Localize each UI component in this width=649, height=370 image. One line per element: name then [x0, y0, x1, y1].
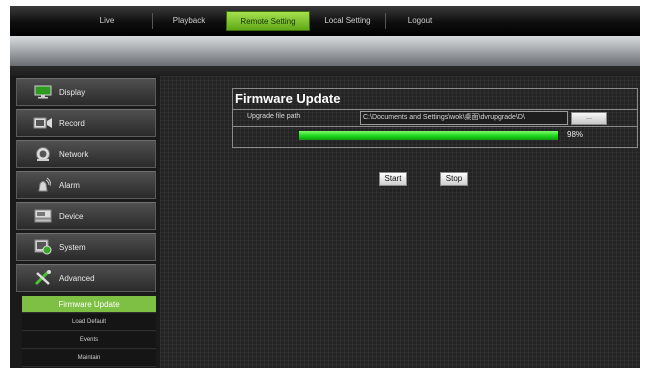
progress-fill — [299, 131, 558, 140]
stop-button[interactable]: Stop — [440, 172, 468, 186]
progress-percent: 98% — [567, 130, 584, 139]
sidebar-item-label: Advanced — [59, 273, 95, 283]
submenu-firmware-update[interactable]: Firmware Update — [22, 296, 156, 313]
tools-icon — [33, 270, 53, 286]
monitor-icon — [33, 84, 53, 100]
path-field[interactable]: C:\Documents and Settings\wok\桌面\dvrupgr… — [360, 111, 568, 125]
sidebar-item-label: Network — [59, 149, 89, 159]
sidebar-item-advanced[interactable]: Advanced — [16, 264, 156, 292]
firmware-update-panel: Firmware Update Upgrade file path C:\Doc… — [232, 88, 638, 148]
sidebar-item-display[interactable]: Display — [16, 78, 156, 106]
tab-live[interactable]: Live — [62, 11, 152, 31]
sidebar-item-alarm[interactable]: Alarm — [16, 171, 156, 199]
sidebar-item-network[interactable]: Network — [16, 140, 156, 168]
sidebar-item-label: Record — [59, 118, 85, 128]
device-icon — [33, 208, 53, 224]
browse-button[interactable]: ... — [571, 112, 607, 125]
sidebar-item-label: Device — [59, 211, 84, 221]
tab-playback[interactable]: Playback — [152, 11, 226, 31]
network-icon — [33, 146, 53, 162]
sidebar-item-label: Display — [59, 87, 86, 97]
app-window: Live Playback Remote Setting Local Setti… — [10, 6, 640, 368]
start-button[interactable]: Start — [379, 172, 407, 186]
progress-bar — [299, 131, 563, 140]
tab-local-setting[interactable]: Local Setting — [310, 11, 385, 31]
toolbar-band-shadow — [10, 66, 640, 76]
toolbar-band — [10, 36, 640, 66]
tab-logout[interactable]: Logout — [385, 11, 455, 31]
sidebar-item-device[interactable]: Device — [16, 202, 156, 230]
sidebar-item-label: System — [59, 242, 86, 252]
alarm-icon — [33, 177, 53, 193]
submenu-maintain[interactable]: Maintain — [22, 350, 156, 367]
sidebar-item-system[interactable]: System — [16, 233, 156, 261]
submenu-events[interactable]: Events — [22, 332, 156, 349]
path-row: Upgrade file path C:\Documents and Setti… — [233, 109, 637, 127]
panel-title: Firmware Update — [235, 91, 341, 106]
sidebar-item-record[interactable]: Record — [16, 109, 156, 137]
top-nav: Live Playback Remote Setting Local Setti… — [10, 6, 640, 36]
record-icon — [33, 115, 53, 131]
system-icon — [33, 239, 53, 255]
main-content: Firmware Update Upgrade file path C:\Doc… — [160, 76, 640, 368]
path-label: Upgrade file path — [247, 113, 301, 120]
tab-remote-setting[interactable]: Remote Setting — [226, 11, 310, 31]
sidebar-item-label: Alarm — [59, 180, 80, 190]
sidebar: Display Record Network Alarm Device Syst… — [16, 78, 156, 368]
submenu-load-default[interactable]: Load Default — [22, 314, 156, 331]
